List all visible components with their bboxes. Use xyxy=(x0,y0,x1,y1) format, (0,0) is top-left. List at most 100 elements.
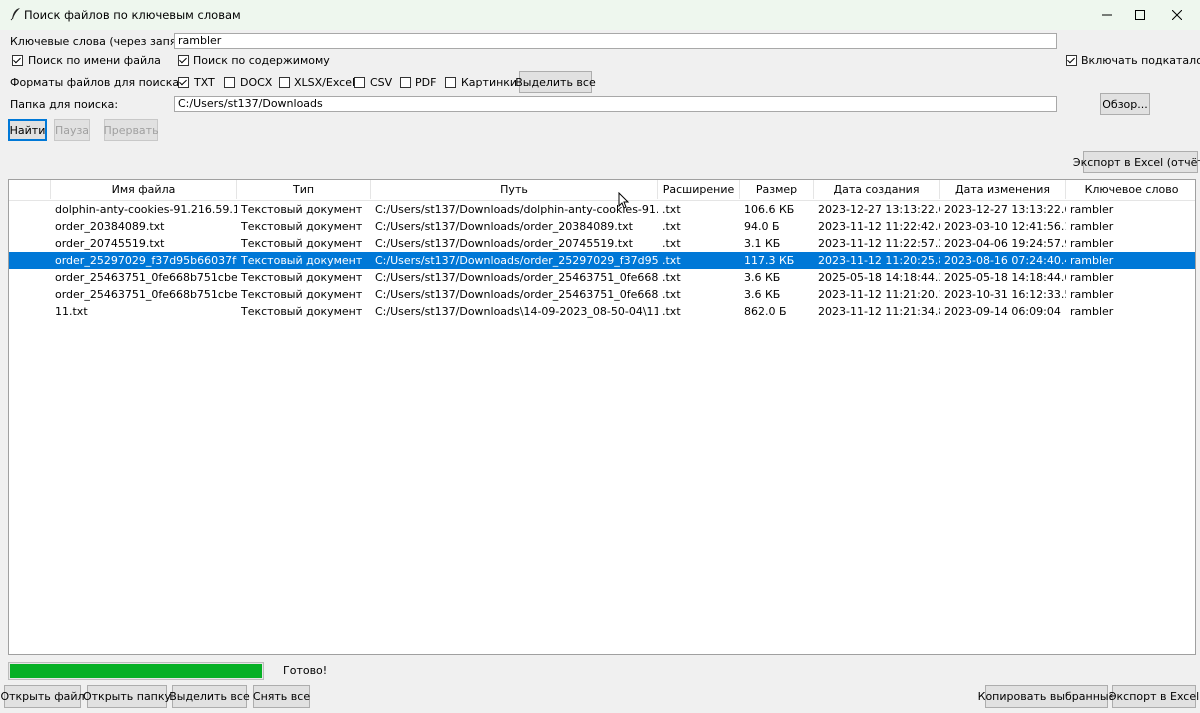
close-button[interactable] xyxy=(1154,0,1200,30)
cell-created: 2023-11-12 11:20:25.879695 xyxy=(818,254,940,267)
cell-created: 2023-11-12 11:22:42.080223 xyxy=(818,220,940,233)
cell-ext: .txt xyxy=(662,220,681,233)
format-images-checkbox[interactable] xyxy=(445,77,456,88)
cell-size: 3.6 КБ xyxy=(744,288,781,301)
cell-type: Текстовый документ xyxy=(241,254,363,267)
cell-ext: .txt xyxy=(662,237,681,250)
cell-modified: 2023-10-31 16:12:33.541882 xyxy=(944,288,1066,301)
column-header-modified[interactable]: Дата изменения xyxy=(940,180,1066,199)
cell-modified: 2023-04-06 19:24:57.910233 xyxy=(944,237,1066,250)
column-header-tree xyxy=(9,180,51,199)
cell-name: dolphin-anty-cookies-91.216.59.127-118 xyxy=(55,203,237,216)
select-all-button[interactable]: Выделить все xyxy=(169,685,250,708)
cell-modified: 2023-03-10 12:41:56.151473 xyxy=(944,220,1066,233)
table-row[interactable]: order_25463751_0fe668b751cbe3f0d2eef Текс… xyxy=(9,286,1195,303)
cell-path: C:/Users/st137/Downloads/order_25463751_… xyxy=(375,288,658,301)
open-file-button[interactable]: Открыть файл xyxy=(0,685,85,708)
column-header-size[interactable]: Размер xyxy=(740,180,814,199)
cell-name: order_25463751_0fe668b751cbe3f0d2eef xyxy=(55,271,237,284)
format-docx-checkbox[interactable] xyxy=(224,77,235,88)
cell-path: C:/Users/st137/Downloads/dolphin-anty-co… xyxy=(375,203,658,216)
cell-modified: 2023-08-16 07:24:40.453062 xyxy=(944,254,1066,267)
include-subfolders-checkbox[interactable] xyxy=(1066,55,1077,66)
results-table[interactable]: Имя файла Тип Путь Расширение Размер Дат… xyxy=(8,179,1196,655)
format-xlsx-label: XLSX/Excel xyxy=(294,76,356,89)
cell-path: C:/Users/st137/Downloads/order_25463751_… xyxy=(375,271,658,284)
export-report-button[interactable]: Экспорт в Excel (отчёт) xyxy=(1073,151,1200,173)
cell-modified: 2023-09-14 06:09:04 xyxy=(944,305,1061,318)
folder-input[interactable]: C:/Users/st137/Downloads xyxy=(174,96,1057,112)
cell-keyword: rambler xyxy=(1070,237,1114,250)
export-excel-button[interactable]: Экспорт в Excel xyxy=(1109,685,1199,708)
browse-button[interactable]: Обзор... xyxy=(1100,93,1150,115)
cell-name: order_20384089.txt xyxy=(55,220,165,233)
cell-size: 94.0 Б xyxy=(744,220,780,233)
cell-size: 3.6 КБ xyxy=(744,271,781,284)
format-pdf-checkbox[interactable] xyxy=(400,77,411,88)
cell-ext: .txt xyxy=(662,288,681,301)
table-row[interactable]: order_25297029_f37d95b66037f94c644cf Текс… xyxy=(9,252,1195,269)
open-folder-button[interactable]: Открыть папку xyxy=(83,685,171,708)
cell-keyword: rambler xyxy=(1070,288,1114,301)
cell-ext: .txt xyxy=(662,203,681,216)
deselect-all-button[interactable]: Снять все xyxy=(253,685,310,708)
cell-size: 862.0 Б xyxy=(744,305,787,318)
cell-ext: .txt xyxy=(662,271,681,284)
cell-path: C:/Users/st137/Downloads/order_20745519.… xyxy=(375,237,633,250)
cell-path: C:/Users/st137/Downloads/order_20384089.… xyxy=(375,220,633,233)
format-txt-checkbox[interactable] xyxy=(178,77,189,88)
format-images-label: Картинки xyxy=(461,76,518,89)
cell-modified: 2023-12-27 13:13:22.663100 xyxy=(944,203,1066,216)
column-header-type[interactable]: Тип xyxy=(237,180,371,199)
abort-button[interactable]: Прервать xyxy=(103,119,159,141)
cell-type: Текстовый документ xyxy=(241,220,363,233)
close-icon xyxy=(1172,10,1182,20)
title-bar: Поиск файлов по ключевым словам xyxy=(0,0,1200,30)
format-xlsx-checkbox[interactable] xyxy=(279,77,290,88)
search-by-content-checkbox[interactable] xyxy=(178,55,189,66)
progress-bar xyxy=(8,662,264,680)
cell-type: Текстовый документ xyxy=(241,203,363,216)
format-txt-label: TXT xyxy=(194,76,215,89)
find-button[interactable]: Найти xyxy=(8,119,47,141)
include-subfolders-label: Включать подкаталоги xyxy=(1081,54,1200,67)
table-row[interactable]: order_20384089.txt Текстовый документ C:/U… xyxy=(9,218,1195,235)
cell-name: 11.txt xyxy=(55,305,88,318)
table-row[interactable]: order_25463751_0fe668b751cbe3f0d2eef Текс… xyxy=(9,269,1195,286)
cell-modified: 2025-05-18 14:18:44.604573 xyxy=(944,271,1066,284)
search-by-name-checkbox[interactable] xyxy=(12,55,23,66)
column-header-name[interactable]: Имя файла xyxy=(51,180,237,199)
cell-created: 2023-12-27 13:13:22.661099 xyxy=(818,203,940,216)
status-text: Готово! xyxy=(283,664,328,677)
format-csv-label: CSV xyxy=(370,76,393,89)
cell-size: 106.6 КБ xyxy=(744,203,795,216)
cell-ext: .txt xyxy=(662,305,681,318)
column-header-created[interactable]: Дата создания xyxy=(814,180,940,199)
cell-keyword: rambler xyxy=(1070,254,1114,267)
table-row[interactable]: 11.txt Текстовый документ C:/Users/st137/D… xyxy=(9,303,1195,320)
format-docx-label: DOCX xyxy=(240,76,273,89)
select-all-formats-button[interactable]: Выделить все xyxy=(515,71,596,93)
table-row[interactable]: dolphin-anty-cookies-91.216.59.127-118 Те… xyxy=(9,201,1195,218)
formats-label: Форматы файлов для поиска: xyxy=(10,76,183,89)
keywords-input[interactable]: rambler xyxy=(174,33,1057,49)
table-header: Имя файла Тип Путь Расширение Размер Дат… xyxy=(9,180,1195,201)
folder-label: Папка для поиска: xyxy=(10,98,119,111)
column-header-path[interactable]: Путь xyxy=(371,180,658,199)
cell-keyword: rambler xyxy=(1070,220,1114,233)
cell-keyword: rambler xyxy=(1070,271,1114,284)
minimize-icon xyxy=(1102,14,1112,16)
cell-size: 117.3 КБ xyxy=(744,254,795,267)
cell-type: Текстовый документ xyxy=(241,271,363,284)
format-csv-checkbox[interactable] xyxy=(354,77,365,88)
table-row[interactable]: order_20745519.txt Текстовый документ C:/U… xyxy=(9,235,1195,252)
cell-ext: .txt xyxy=(662,254,681,267)
copy-selected-button[interactable]: Копировать выбранные xyxy=(978,685,1115,708)
column-header-keyword[interactable]: Ключевое слово xyxy=(1066,180,1195,199)
cell-keyword: rambler xyxy=(1070,305,1114,318)
pause-button[interactable]: Пауза xyxy=(54,119,90,141)
cell-path: C:/Users/st137/Downloads/order_25297029_… xyxy=(375,254,658,267)
cell-name: order_25463751_0fe668b751cbe3f0d2eef xyxy=(55,288,237,301)
column-header-extension[interactable]: Расширение xyxy=(658,180,740,199)
search-by-content-label: Поиск по содержимому xyxy=(193,54,330,67)
